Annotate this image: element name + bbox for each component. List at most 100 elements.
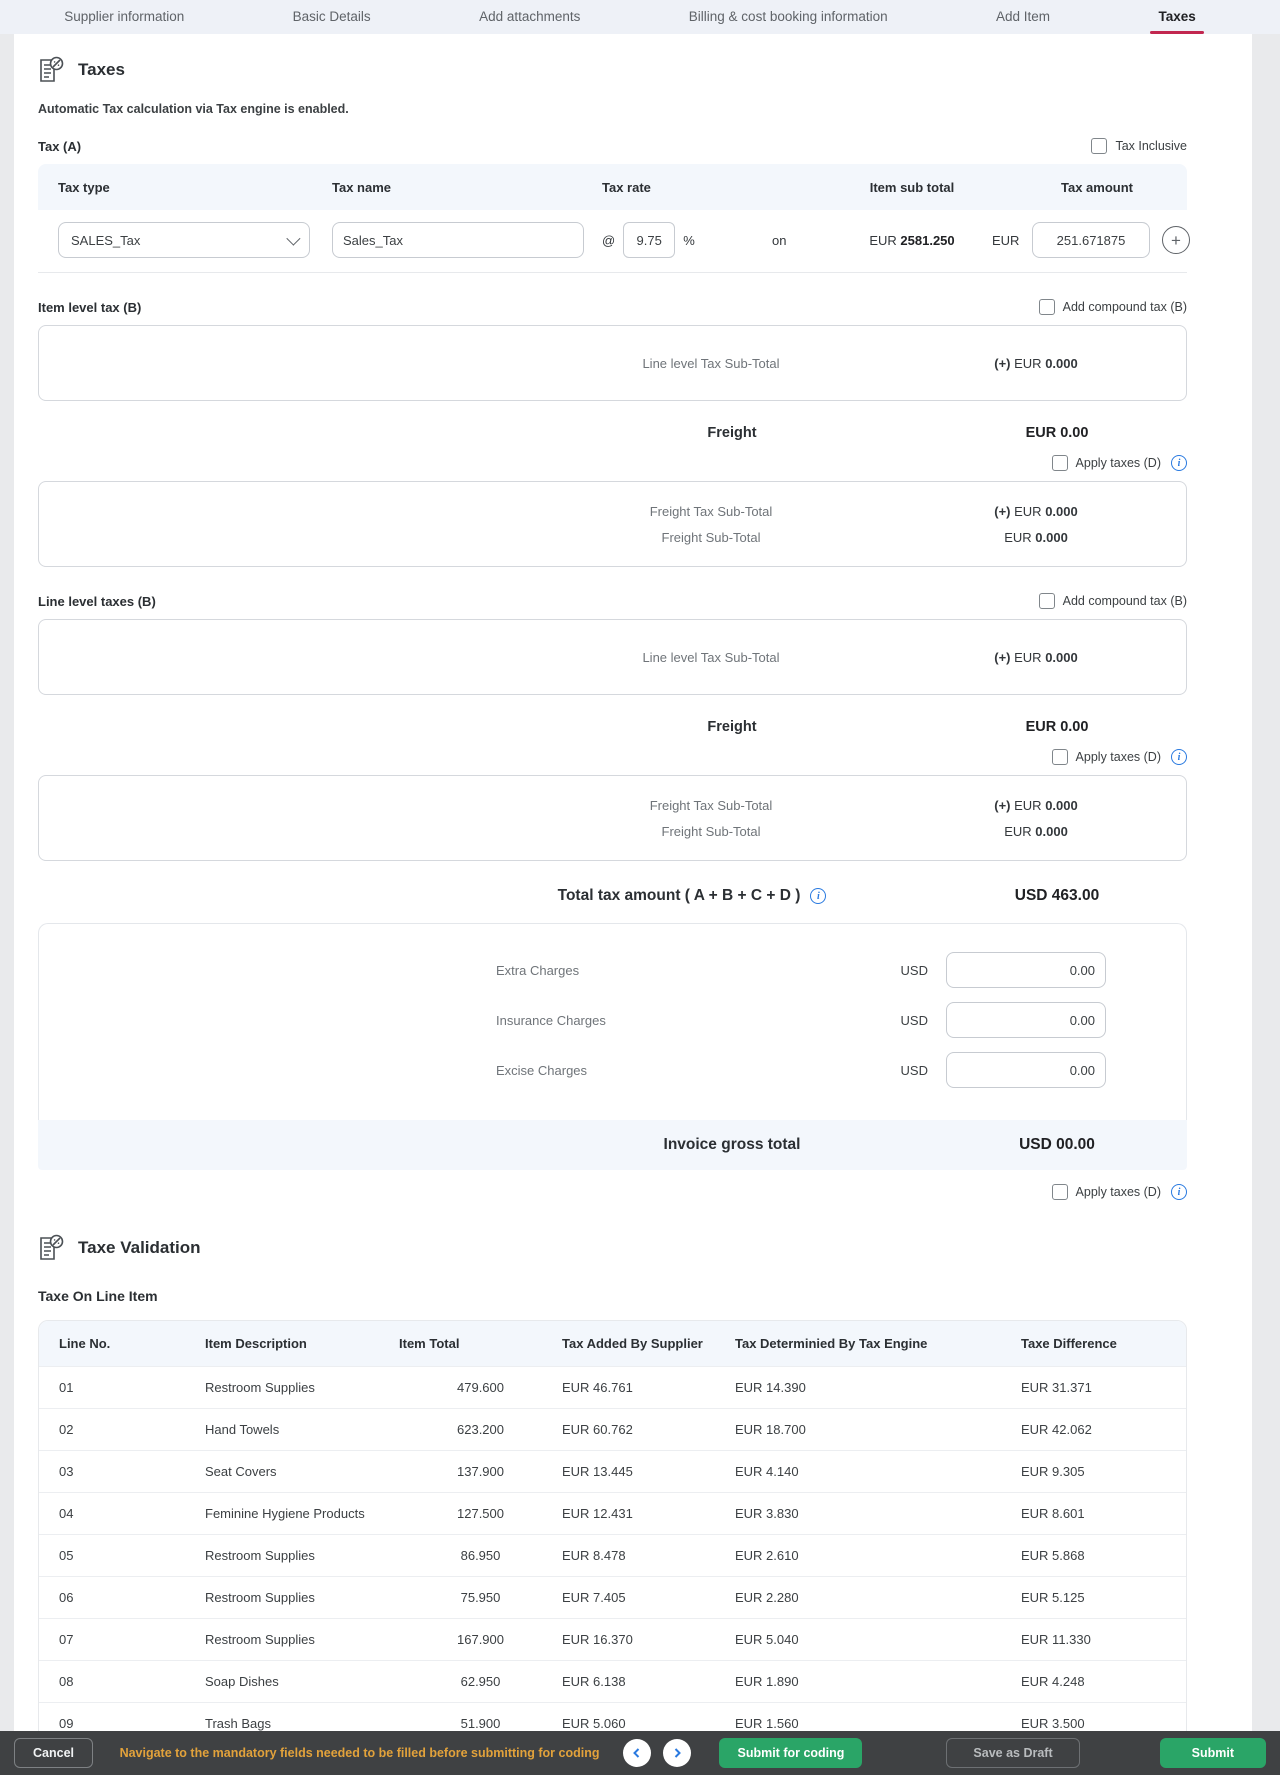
wizard-tab-bar: Supplier information Basic Details Add a… <box>0 0 1280 34</box>
checkbox-icon[interactable] <box>1052 1184 1068 1200</box>
compound-tax-checkbox-1[interactable]: Add compound tax (B) <box>1039 299 1187 315</box>
compound-tax-checkbox-2[interactable]: Add compound tax (B) <box>1039 593 1187 609</box>
col-item-sub-total: Item sub total <box>832 180 992 195</box>
table-cell: EUR 5.868 <box>1021 1548 1186 1563</box>
table-cell: 86.950 <box>399 1548 562 1563</box>
submit-for-coding-button[interactable]: Submit for coding <box>719 1738 862 1768</box>
validation-subtitle: Taxe On Line Item <box>38 1288 1187 1304</box>
tax-engine-note: Automatic Tax calculation via Tax engine… <box>38 102 1187 116</box>
cancel-button[interactable]: Cancel <box>14 1738 93 1768</box>
line-sub-label: Line level Tax Sub-Total <box>516 356 906 371</box>
compound-tax-label: Add compound tax (B) <box>1063 594 1187 608</box>
table-cell: EUR 8.478 <box>562 1548 735 1563</box>
add-tax-row-button[interactable]: + <box>1162 226 1190 254</box>
freight-subtotal-box-2: Freight Tax Sub-Total (+) EUR 0.000 Frei… <box>38 775 1187 861</box>
table-row: 02Hand Towels623.200EUR 60.762EUR 18.700… <box>39 1408 1186 1450</box>
tax-name-input[interactable] <box>332 222 584 258</box>
checkbox-icon[interactable] <box>1039 299 1055 315</box>
tab-billing-cost-booking[interactable]: Billing & cost booking information <box>687 1 890 33</box>
excise-charges-input[interactable] <box>946 1052 1106 1088</box>
page-title: Taxes <box>78 60 125 80</box>
currency: EUR <box>1014 798 1041 813</box>
table-cell: 479.600 <box>399 1380 562 1395</box>
tab-basic-details[interactable]: Basic Details <box>291 1 373 33</box>
next-section-button[interactable] <box>663 1739 691 1767</box>
tax-inclusive-checkbox[interactable]: Tax Inclusive <box>1091 138 1187 154</box>
freight-sub-label: Freight Sub-Total <box>516 530 906 545</box>
info-icon[interactable]: i <box>1171 455 1187 471</box>
table-cell: Hand Towels <box>205 1422 399 1437</box>
table-cell: EUR 18.700 <box>735 1422 1021 1437</box>
table-cell: Feminine Hygiene Products <box>205 1506 399 1521</box>
currency: USD <box>826 1013 946 1028</box>
total-tax-label: Total tax amount ( A + B + C + D ) <box>558 887 801 905</box>
apply-taxes-checkbox-2[interactable]: Apply taxes (D) <box>1052 749 1161 765</box>
tax-rate-input[interactable] <box>623 222 675 258</box>
subtotal-value: 2581.250 <box>900 233 954 248</box>
table-cell: 03 <box>59 1464 205 1479</box>
apply-taxes-label: Apply taxes (D) <box>1076 1185 1161 1199</box>
tax-inclusive-label: Tax Inclusive <box>1115 139 1187 153</box>
invoice-gross-total-band: Invoice gross total USD 00.00 <box>38 1120 1187 1170</box>
table-cell: EUR 6.138 <box>562 1674 735 1689</box>
total-tax-value: USD 463.00 <box>927 887 1187 905</box>
apply-taxes-checkbox-1[interactable]: Apply taxes (D) <box>1052 455 1161 471</box>
info-icon[interactable]: i <box>1171 1184 1187 1200</box>
table-cell: 75.950 <box>399 1590 562 1605</box>
table-row: 03Seat Covers137.900EUR 13.445EUR 4.140E… <box>39 1450 1186 1492</box>
table-cell: EUR 12.431 <box>562 1506 735 1521</box>
value: 0.000 <box>1045 356 1078 371</box>
info-icon[interactable]: i <box>1171 749 1187 765</box>
col-line-no: Line No. <box>59 1336 205 1351</box>
col-item-description: Item Description <box>205 1336 399 1351</box>
value: 0.000 <box>1035 530 1068 545</box>
excise-charges-row: Excise Charges USD <box>39 1052 1186 1088</box>
line-sub-label: Line level Tax Sub-Total <box>516 650 906 665</box>
table-cell: 08 <box>59 1674 205 1689</box>
tax-a-label: Tax (A) <box>38 139 81 154</box>
freight-subtotal-box-1: Freight Tax Sub-Total (+) EUR 0.000 Frei… <box>38 481 1187 567</box>
table-cell: EUR 3.830 <box>735 1506 1021 1521</box>
table-cell: Restroom Supplies <box>205 1380 399 1395</box>
checkbox-icon[interactable] <box>1039 593 1055 609</box>
tab-supplier-information[interactable]: Supplier information <box>62 1 186 33</box>
extra-charges-input[interactable] <box>946 952 1106 988</box>
line-level-subtotal-box-2: Line level Tax Sub-Total (+) EUR 0.000 <box>38 619 1187 695</box>
table-cell: 09 <box>59 1716 205 1731</box>
tax-a-table: Tax type Tax name Tax rate Item sub tota… <box>38 164 1187 273</box>
tab-add-attachments[interactable]: Add attachments <box>477 1 582 33</box>
item-level-tax-label: Item level tax (B) <box>38 300 141 315</box>
action-footer: Cancel Navigate to the mandatory fields … <box>0 1731 1280 1775</box>
previous-section-button[interactable] <box>623 1739 651 1767</box>
table-cell: EUR 16.370 <box>562 1632 735 1647</box>
insurance-charges-label: Insurance Charges <box>496 1013 826 1028</box>
table-cell: 06 <box>59 1590 205 1605</box>
apply-taxes-checkbox-3[interactable]: Apply taxes (D) <box>1052 1184 1161 1200</box>
amount-currency: EUR <box>992 233 1032 248</box>
line-level-subtotal-box-1: Line level Tax Sub-Total (+) EUR 0.000 <box>38 325 1187 401</box>
value: 0.000 <box>1045 650 1078 665</box>
checkbox-icon[interactable] <box>1052 455 1068 471</box>
submit-button[interactable]: Submit <box>1160 1738 1266 1768</box>
table-cell: 01 <box>59 1380 205 1395</box>
checkbox-icon[interactable] <box>1052 749 1068 765</box>
tax-type-select[interactable]: SALES_Tax <box>58 222 310 258</box>
validation-title: Taxe Validation <box>78 1238 201 1258</box>
col-tax-added-by-supplier: Tax Added By Supplier <box>562 1336 735 1351</box>
checkbox-icon[interactable] <box>1091 138 1107 154</box>
save-as-draft-button[interactable]: Save as Draft <box>946 1738 1079 1768</box>
tab-add-item[interactable]: Add Item <box>994 1 1052 33</box>
table-cell: EUR 5.125 <box>1021 1590 1186 1605</box>
insurance-charges-input[interactable] <box>946 1002 1106 1038</box>
tax-amount-input[interactable] <box>1032 222 1150 258</box>
extra-charges-row: Extra Charges USD <box>39 952 1186 988</box>
info-icon[interactable]: i <box>810 888 826 904</box>
table-cell: EUR 8.601 <box>1021 1506 1186 1521</box>
table-row: 05Restroom Supplies86.950EUR 8.478EUR 2.… <box>39 1534 1186 1576</box>
plus-sign: (+) <box>994 356 1010 371</box>
table-cell: EUR 31.371 <box>1021 1380 1186 1395</box>
tab-taxes[interactable]: Taxes <box>1156 1 1197 33</box>
table-cell: EUR 1.890 <box>735 1674 1021 1689</box>
subtotal-currency: EUR <box>869 233 896 248</box>
mandatory-fields-notice: Navigate to the mandatory fields needed … <box>120 1746 600 1760</box>
